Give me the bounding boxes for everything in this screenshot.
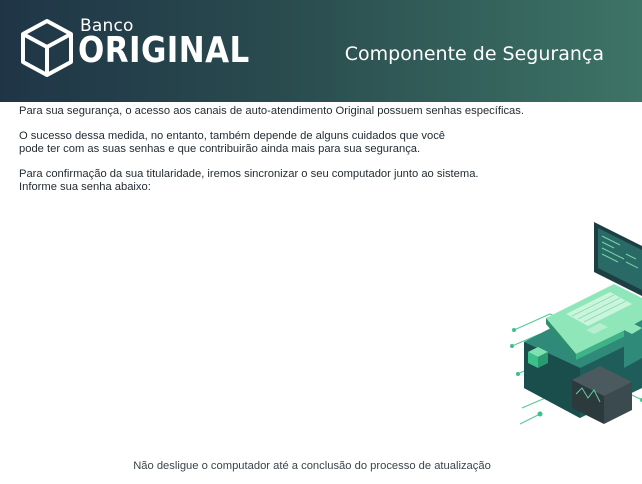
info-paragraph-1: Para sua segurança, o acesso aos canais … [19,105,579,119]
info-paragraph-2: O sucesso dessa medida, no entanto, tamb… [19,130,579,157]
info-paragraph-2-line-2: pode ter com as suas senhas e que contri… [19,143,421,155]
info-paragraph-2-line-1: O sucesso dessa medida, no entanto, tamb… [19,129,446,142]
isometric-laptop-circuit-illustration [510,218,642,438]
info-paragraph-1-line: Para sua segurança, o acesso aos canais … [19,105,524,117]
info-paragraph-3-line-1: Para confirmação da sua titularidade, ir… [19,167,479,180]
info-paragraph-3-line-2: Informe sua senha abaixo: [19,181,151,193]
info-text-block: Para sua segurança, o acesso aos canais … [19,105,579,206]
info-paragraph-3: Para confirmação da sua titularidade, ir… [19,168,579,195]
page-title: Componente de Segurança [344,43,604,65]
cube-logo-icon [21,19,73,77]
header-banner: Banco ORIGINAL Componente de Segurança [0,0,642,102]
footer-warning-note: Não desligue o computador até a conclusã… [133,460,491,472]
brand-main-text: ORIGINAL [78,30,250,71]
banco-original-logo: Banco ORIGINAL [20,16,249,82]
laptop-circuit-graphic [510,222,642,425]
